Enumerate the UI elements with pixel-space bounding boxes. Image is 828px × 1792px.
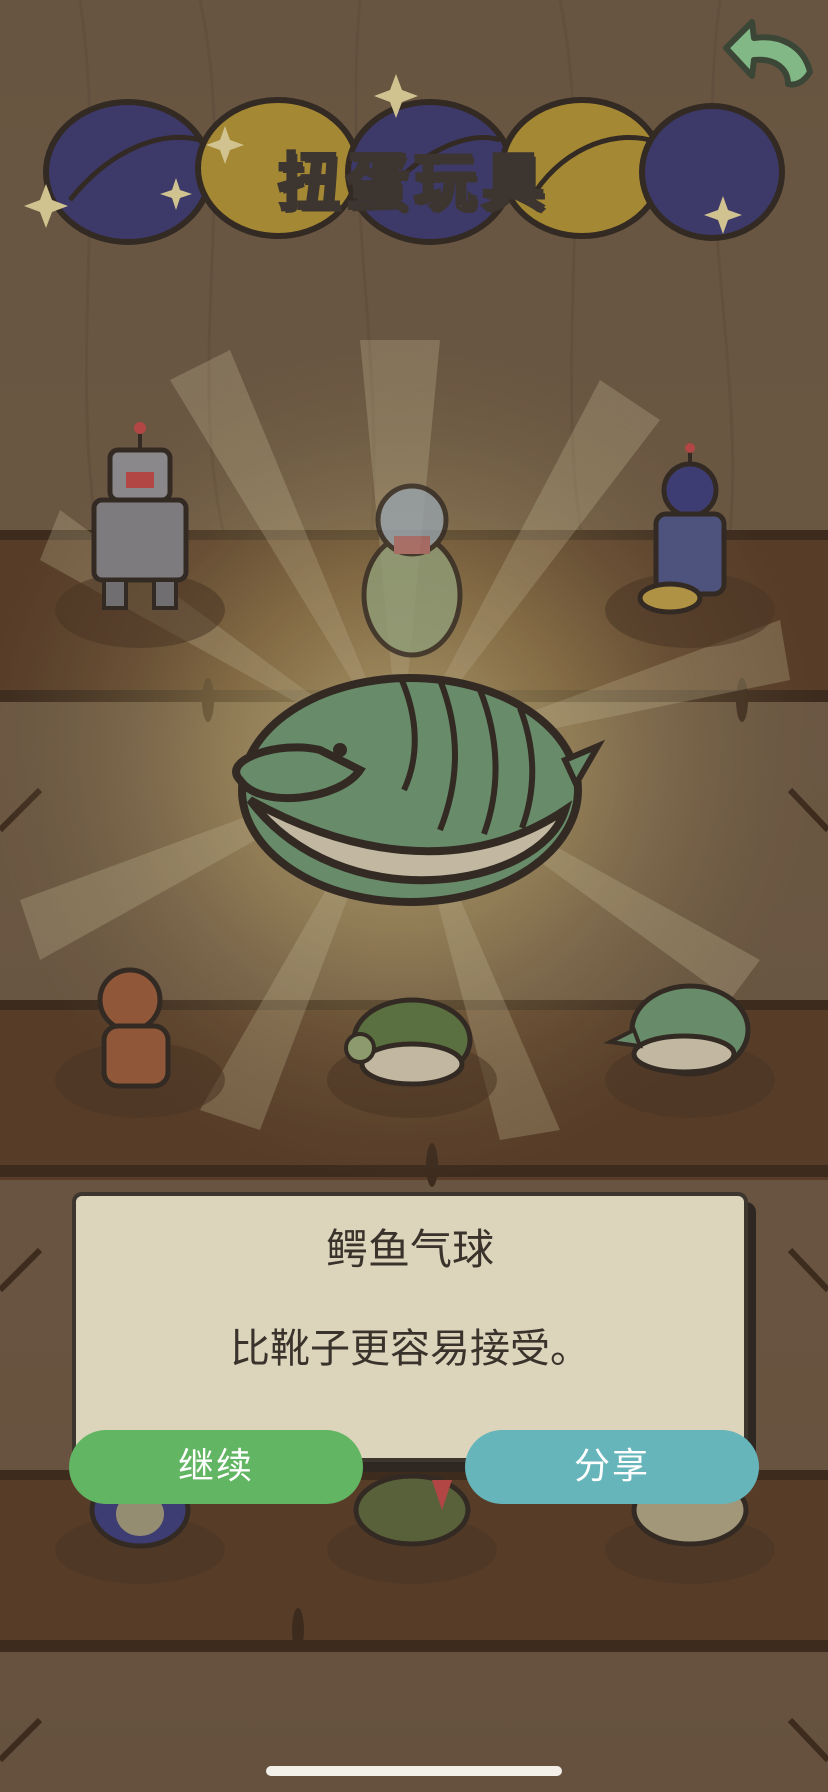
item-name: 鳄鱼气球 [325, 1225, 494, 1274]
item-description: 比靴子更容易接受。 [230, 1326, 590, 1372]
dim-overlay [0, 0, 828, 1792]
item-dialog: 鳄鱼气球 比靴子更容易接受。 [72, 1192, 748, 1462]
gacha-result-screen: 扭蛋玩具 鳄鱼气球 比靴子更容易接受。 继续 分享 [0, 0, 828, 1792]
continue-button[interactable]: 继续 [69, 1430, 363, 1504]
share-button[interactable]: 分享 [465, 1430, 759, 1504]
home-indicator [266, 1766, 562, 1776]
